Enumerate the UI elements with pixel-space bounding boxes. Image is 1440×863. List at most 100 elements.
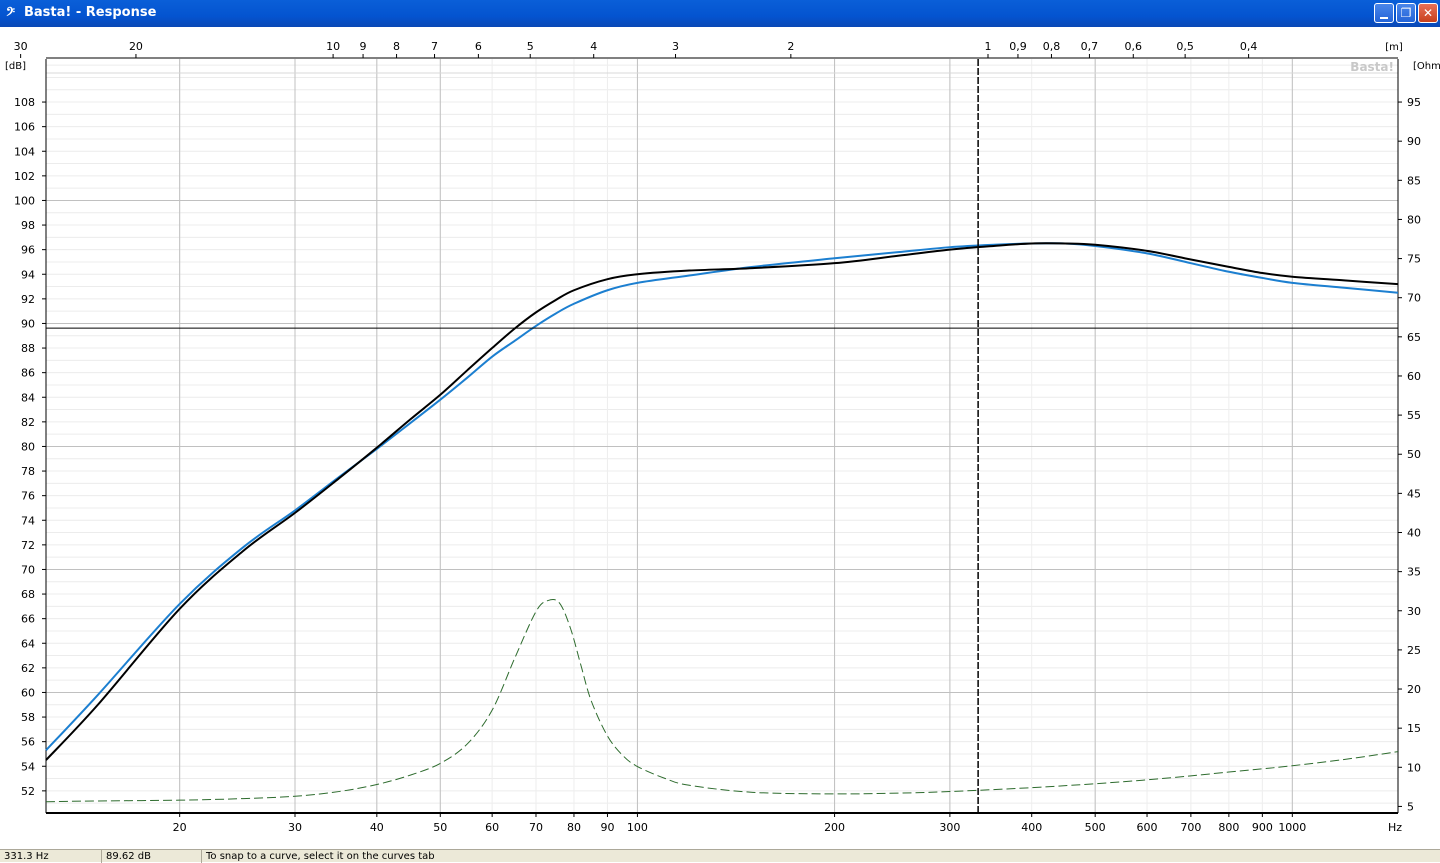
- y-right-tick-label: 55: [1407, 409, 1421, 422]
- status-bar: 331.3 Hz 89.62 dB To snap to a curve, se…: [0, 849, 1440, 863]
- y-left-tick-label: 86: [21, 367, 35, 380]
- x-tick-label: 30: [288, 821, 302, 834]
- restore-icon: ❐: [1400, 6, 1412, 20]
- top-axis-tick-label: 1: [984, 40, 991, 53]
- close-icon: ✕: [1422, 6, 1434, 20]
- y-left-tick-label: 102: [14, 170, 35, 183]
- top-axis-tick-label: 0,7: [1081, 40, 1099, 53]
- y-left-tick-label: 82: [21, 416, 35, 429]
- x-tick-label: 400: [1021, 821, 1042, 834]
- y-left-tick-label: 66: [21, 613, 35, 626]
- x-tick-label: 100: [627, 821, 648, 834]
- y-right-unit: [Ohm]: [1413, 61, 1440, 72]
- top-axis-tick-label: 4: [590, 40, 597, 53]
- top-axis-tick-label: 2: [787, 40, 794, 53]
- x-tick-label: 600: [1137, 821, 1158, 834]
- y-left-tick-label: 68: [21, 588, 35, 601]
- title-bar: 𝄢 Basta! - Response ❐ ✕: [0, 0, 1440, 27]
- y-left-tick-label: 62: [21, 662, 35, 675]
- y-left-tick-label: 92: [21, 293, 35, 306]
- y-left-tick-label: 78: [21, 465, 35, 478]
- y-left-tick-label: 84: [21, 391, 35, 404]
- y-right-tick-label: 20: [1407, 683, 1421, 696]
- x-tick-label: 900: [1252, 821, 1273, 834]
- minimize-button[interactable]: [1374, 3, 1394, 23]
- y-right-tick-label: 35: [1407, 566, 1421, 579]
- close-button[interactable]: ✕: [1418, 3, 1438, 23]
- x-tick-label: 20: [173, 821, 187, 834]
- y-left-tick-label: 90: [21, 317, 35, 330]
- status-hint: To snap to a curve, select it on the cur…: [206, 851, 435, 862]
- window-title: Basta! - Response: [24, 5, 157, 20]
- y-right-tick-label: 10: [1407, 761, 1421, 774]
- top-axis-tick-label: 8: [393, 40, 400, 53]
- response-chart[interactable]: 52 54 56 58 60 62 64 66 68 70 72 74 76 78 80 82 84 86 88 90…: [0, 27, 1440, 849]
- y-left-unit: [dB]: [5, 61, 26, 72]
- y-left-tick-label: 52: [21, 785, 35, 798]
- y-right-tick-label: 70: [1407, 292, 1421, 305]
- x-tick-label: 700: [1180, 821, 1201, 834]
- top-axis-unit: [m]: [1385, 42, 1403, 53]
- y-left-tick-label: 88: [21, 342, 35, 355]
- status-level: 89.62 dB: [102, 850, 202, 863]
- y-right-tick-label: 45: [1407, 487, 1421, 500]
- x-tick-label: 80: [567, 821, 581, 834]
- y-right-tick-label: 40: [1407, 527, 1421, 540]
- top-axis-tick-label: 0,5: [1176, 40, 1194, 53]
- minimize-icon: [1380, 16, 1388, 19]
- top-axis-tick-label: 3: [672, 40, 679, 53]
- watermark: Basta!: [1350, 60, 1394, 74]
- y-left-tick-label: 60: [21, 686, 35, 699]
- y-right-tick-label: 25: [1407, 644, 1421, 657]
- x-tick-label: 300: [939, 821, 960, 834]
- y-right-tick-label: 75: [1407, 253, 1421, 266]
- y-right-tick-label: 15: [1407, 722, 1421, 735]
- y-left-tick-label: 76: [21, 490, 35, 503]
- y-right-tick-label: 95: [1407, 96, 1421, 109]
- y-right-tick-label: 80: [1407, 213, 1421, 226]
- y-left-tick-label: 94: [21, 268, 35, 281]
- y-left-tick-label: 108: [14, 96, 35, 109]
- top-axis-tick-label: 0,6: [1125, 40, 1143, 53]
- y-left-tick-label: 104: [14, 145, 35, 158]
- y-left-tick-label: 98: [21, 219, 35, 232]
- x-tick-label: 500: [1085, 821, 1106, 834]
- y-right-tick-label: 50: [1407, 448, 1421, 461]
- y-right-tick-label: 5: [1407, 800, 1414, 813]
- restore-button[interactable]: ❐: [1396, 3, 1416, 23]
- top-axis-tick-label: 0,9: [1009, 40, 1027, 53]
- x-tick-label: 200: [824, 821, 845, 834]
- y-left-tick-label: 100: [14, 194, 35, 207]
- x-tick-label: 90: [600, 821, 614, 834]
- y-left-tick-label: 96: [21, 244, 35, 257]
- response-chart-svg[interactable]: 5254565860626466687072747678808284868890…: [0, 27, 1440, 849]
- bass-clef-icon: 𝄢: [6, 5, 16, 21]
- y-left-tick-label: 70: [21, 563, 35, 576]
- top-axis-tick-label: 0,8: [1043, 40, 1061, 53]
- x-tick-label: 50: [433, 821, 447, 834]
- y-left-tick-label: 74: [21, 514, 35, 527]
- y-right-tick-label: 85: [1407, 174, 1421, 187]
- x-tick-label: 70: [529, 821, 543, 834]
- y-left-tick-label: 80: [21, 440, 35, 453]
- top-axis-tick-label: 20: [129, 40, 143, 53]
- y-right-tick-label: 65: [1407, 331, 1421, 344]
- x-unit: Hz: [1388, 821, 1402, 834]
- y-left-tick-label: 72: [21, 539, 35, 552]
- status-frequency: 331.3 Hz: [0, 850, 102, 863]
- y-right-tick-label: 90: [1407, 135, 1421, 148]
- y-left-tick-label: 58: [21, 711, 35, 724]
- x-tick-label: 40: [370, 821, 384, 834]
- y-right-tick-label: 60: [1407, 370, 1421, 383]
- top-axis-tick-label: 0,4: [1240, 40, 1258, 53]
- x-tick-label: 60: [485, 821, 499, 834]
- x-tick-label: 1000: [1278, 821, 1306, 834]
- plot-background: [46, 59, 1398, 813]
- x-tick-label: 800: [1218, 821, 1239, 834]
- top-axis-tick-label: 30: [14, 40, 28, 53]
- y-left-tick-label: 106: [14, 121, 35, 134]
- y-left-tick-label: 56: [21, 736, 35, 749]
- y-right-tick-label: 30: [1407, 605, 1421, 618]
- top-axis-tick-label: 6: [475, 40, 482, 53]
- top-axis-tick-label: 9: [360, 40, 367, 53]
